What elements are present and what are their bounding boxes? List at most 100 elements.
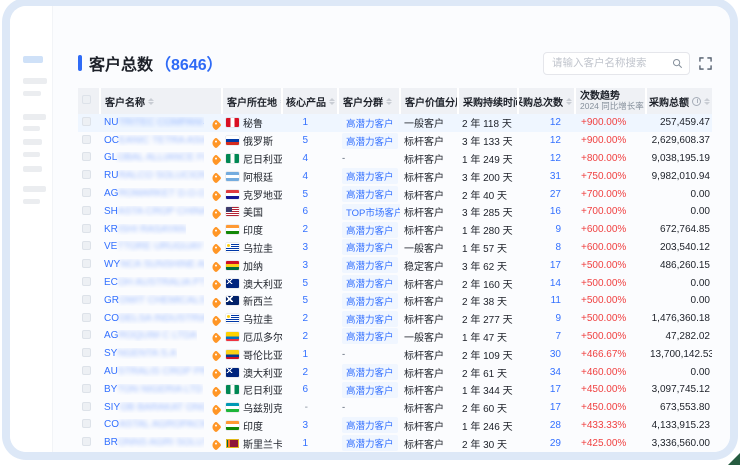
customer-name-link[interactable]: SYNGENTA S.A (104, 348, 177, 359)
customer-name-link[interactable]: AUSTRALIS CROP PROTECTION P... (104, 366, 204, 377)
sidebar-item[interactable] (23, 91, 41, 96)
table-row[interactable]: ECOH AUSTRALIA PTY LIMITED 澳大利亚 5 高潜力客户 … (78, 274, 712, 292)
core-product-count[interactable]: 4 (282, 150, 338, 168)
table-row[interactable]: COASTAL AGROPACK PRIVAT E... 印度 3 高潜力客户+… (78, 417, 712, 435)
table-row[interactable]: OCEANIC TETRA ASIA 俄罗斯 5 高潜力客户+1 标杆客户 3 … (78, 132, 712, 150)
customer-name-link[interactable]: VETTORE URUGUAY S.R.L (104, 241, 204, 252)
purchase-count[interactable]: 14 (518, 274, 575, 292)
customer-name-link[interactable]: AGROMARKET D.O.O (104, 188, 204, 199)
table-row[interactable]: SYNGENTA S.A 哥伦比亚 1 - 标杆客户 2 年 109 天 30 … (78, 345, 712, 363)
purchase-count[interactable]: 17 (518, 256, 575, 274)
column-header-tier[interactable]: 客户价值分层 (400, 88, 458, 114)
table-row[interactable]: KRISHI RASAYAN 印度 2 高潜力客户 标杆客户 1 年 280 天… (78, 221, 712, 239)
core-product-count[interactable]: 2 (282, 328, 338, 346)
core-product-count[interactable]: 3 (282, 239, 338, 257)
core-product-count[interactable]: 5 (282, 274, 338, 292)
search-icon[interactable] (672, 58, 683, 69)
core-product-count[interactable]: 1 (282, 434, 338, 452)
purchase-count[interactable]: 9 (518, 221, 575, 239)
table-row[interactable]: CODELSA INDUSTRIAL ALIADO R... 乌拉圭 2 高潜力… (78, 310, 712, 328)
column-header-duration[interactable]: 采购持续时间 (458, 88, 518, 114)
customer-name-link[interactable]: WYNCA SUNSHINE AGRO PRO(U... (104, 259, 204, 270)
info-icon[interactable] (692, 97, 701, 106)
core-product-count[interactable]: 3 (282, 417, 338, 435)
row-checkbox[interactable] (82, 152, 91, 161)
customer-name-link[interactable]: OCEANIC TETRA ASIA (104, 135, 204, 146)
purchase-count[interactable]: 11 (518, 292, 575, 310)
row-checkbox[interactable] (82, 277, 91, 286)
sort-icon[interactable] (704, 98, 710, 105)
table-row[interactable]: GLOBAL ALLIANCE FOR CHEMICA... 尼日利亚 4 - … (78, 150, 712, 168)
purchase-count[interactable]: 8 (518, 239, 575, 257)
row-checkbox[interactable] (82, 224, 91, 233)
table-row[interactable]: BRONNS AGRI SOLUTIONS PVT LTD 斯里兰卡 1 高潜力… (78, 434, 712, 452)
core-product-count[interactable]: 6 (282, 381, 338, 399)
sidebar-item[interactable] (23, 166, 42, 172)
sort-icon[interactable] (148, 98, 154, 105)
core-product-count[interactable]: 4 (282, 167, 338, 185)
row-checkbox[interactable] (82, 135, 91, 144)
purchase-count[interactable]: 12 (518, 114, 575, 132)
row-checkbox[interactable] (82, 384, 91, 393)
sort-icon[interactable] (329, 98, 335, 105)
customer-name-link[interactable]: BYTON NIGERIA LTD (104, 384, 203, 395)
row-checkbox[interactable] (82, 241, 91, 250)
row-checkbox[interactable] (82, 313, 91, 322)
table-row[interactable]: AGROQUIM C LTDA 厄瓜多尔 2 高潜力客户+1 一般客户 1 年 … (78, 328, 712, 346)
table-row[interactable]: RURALCO SOLUCIONES S.A 阿根廷 4 高潜力客户+1 标杆客… (78, 167, 712, 185)
column-header-amount[interactable]: 采购总额 (646, 88, 712, 114)
row-checkbox[interactable] (82, 419, 91, 428)
customer-name-link[interactable]: RURALCO SOLUCIONES S.A (104, 170, 204, 181)
row-checkbox[interactable] (82, 348, 91, 357)
core-product-count[interactable]: 3 (282, 256, 338, 274)
table-row[interactable]: GROWIT CHEMICALS LIMITED 新西兰 5 高潜力客户 标杆客… (78, 292, 712, 310)
column-header-count[interactable]: 采购总次数 (518, 88, 575, 114)
column-header-name[interactable]: 客户名称 (100, 88, 222, 114)
purchase-count[interactable]: 17 (518, 381, 575, 399)
core-product-count[interactable]: 5 (282, 185, 338, 203)
purchase-count[interactable]: 12 (518, 132, 575, 150)
table-row[interactable]: SIYOB BARAKAT ONGLTERMER X... 乌兹别克斯坦 - -… (78, 399, 712, 417)
customer-name-link[interactable]: NUTRITEC COMPANI S.A.C (104, 117, 204, 128)
customer-name-link[interactable]: SHASTA CROP CHINA (104, 206, 204, 217)
sort-icon[interactable] (386, 98, 392, 105)
core-product-count[interactable]: - (282, 399, 338, 417)
purchase-count[interactable]: 29 (518, 434, 575, 452)
customer-name-link[interactable]: BRONNS AGRI SOLUTIONS PVT LTD (104, 437, 204, 448)
purchase-count[interactable]: 16 (518, 203, 575, 221)
purchase-count[interactable]: 31 (518, 167, 575, 185)
purchase-count[interactable]: 17 (518, 399, 575, 417)
customer-name-link[interactable]: GROWIT CHEMICALS LIMITED (104, 295, 204, 306)
sidebar-item[interactable] (23, 152, 40, 157)
row-checkbox[interactable] (82, 330, 91, 339)
row-checkbox[interactable] (82, 188, 91, 197)
purchase-count[interactable]: 28 (518, 417, 575, 435)
sidebar-item[interactable] (23, 139, 42, 145)
customer-name-link[interactable]: AGROQUIM C LTDA (104, 330, 197, 341)
row-checkbox[interactable] (82, 402, 91, 411)
customer-name-link[interactable]: CODELSA INDUSTRIAL ALIADO R... (104, 313, 204, 324)
customer-name-link[interactable]: ECOH AUSTRALIA PTY LIMITED (104, 277, 204, 288)
row-checkbox[interactable] (82, 117, 91, 126)
table-row[interactable]: AGROMARKET D.O.O 克罗地亚 5 高潜力客户 标杆客户 2 年 4… (78, 185, 712, 203)
core-product-count[interactable]: 1 (282, 345, 338, 363)
search-input[interactable] (552, 57, 672, 69)
row-checkbox[interactable] (82, 259, 91, 268)
core-product-count[interactable]: 5 (282, 292, 338, 310)
column-header-trend[interactable]: 次数趋势2024 同比增长率 (575, 88, 646, 114)
table-row[interactable]: AUSTRALIS CROP PROTECTION P... 澳大利亚 2 高潜… (78, 363, 712, 381)
customer-name-link[interactable]: KRISHI RASAYAN (104, 224, 186, 235)
sidebar-item[interactable] (23, 78, 47, 84)
sidebar-item[interactable] (23, 199, 40, 204)
core-product-count[interactable]: 2 (282, 221, 338, 239)
purchase-count[interactable]: 7 (518, 328, 575, 346)
table-row[interactable]: WYNCA SUNSHINE AGRO PRO(U... 加纳 3 高潜力客户 … (78, 256, 712, 274)
row-checkbox[interactable] (82, 206, 91, 215)
customer-name-link[interactable]: SIYOB BARAKAT ONGLTERMER X... (104, 402, 204, 413)
customer-name-link[interactable]: GLOBAL ALLIANCE FOR CHEMICA... (104, 152, 204, 163)
column-header-segment[interactable]: 客户分群 (338, 88, 400, 114)
column-header-location[interactable]: 客户所在地 (222, 88, 282, 114)
fullscreen-expand-icon[interactable] (699, 57, 712, 70)
purchase-count[interactable]: 30 (518, 345, 575, 363)
table-row[interactable]: SHASTA CROP CHINA 美国 6 TOP市场客户 标杆客户 3 年 … (78, 203, 712, 221)
